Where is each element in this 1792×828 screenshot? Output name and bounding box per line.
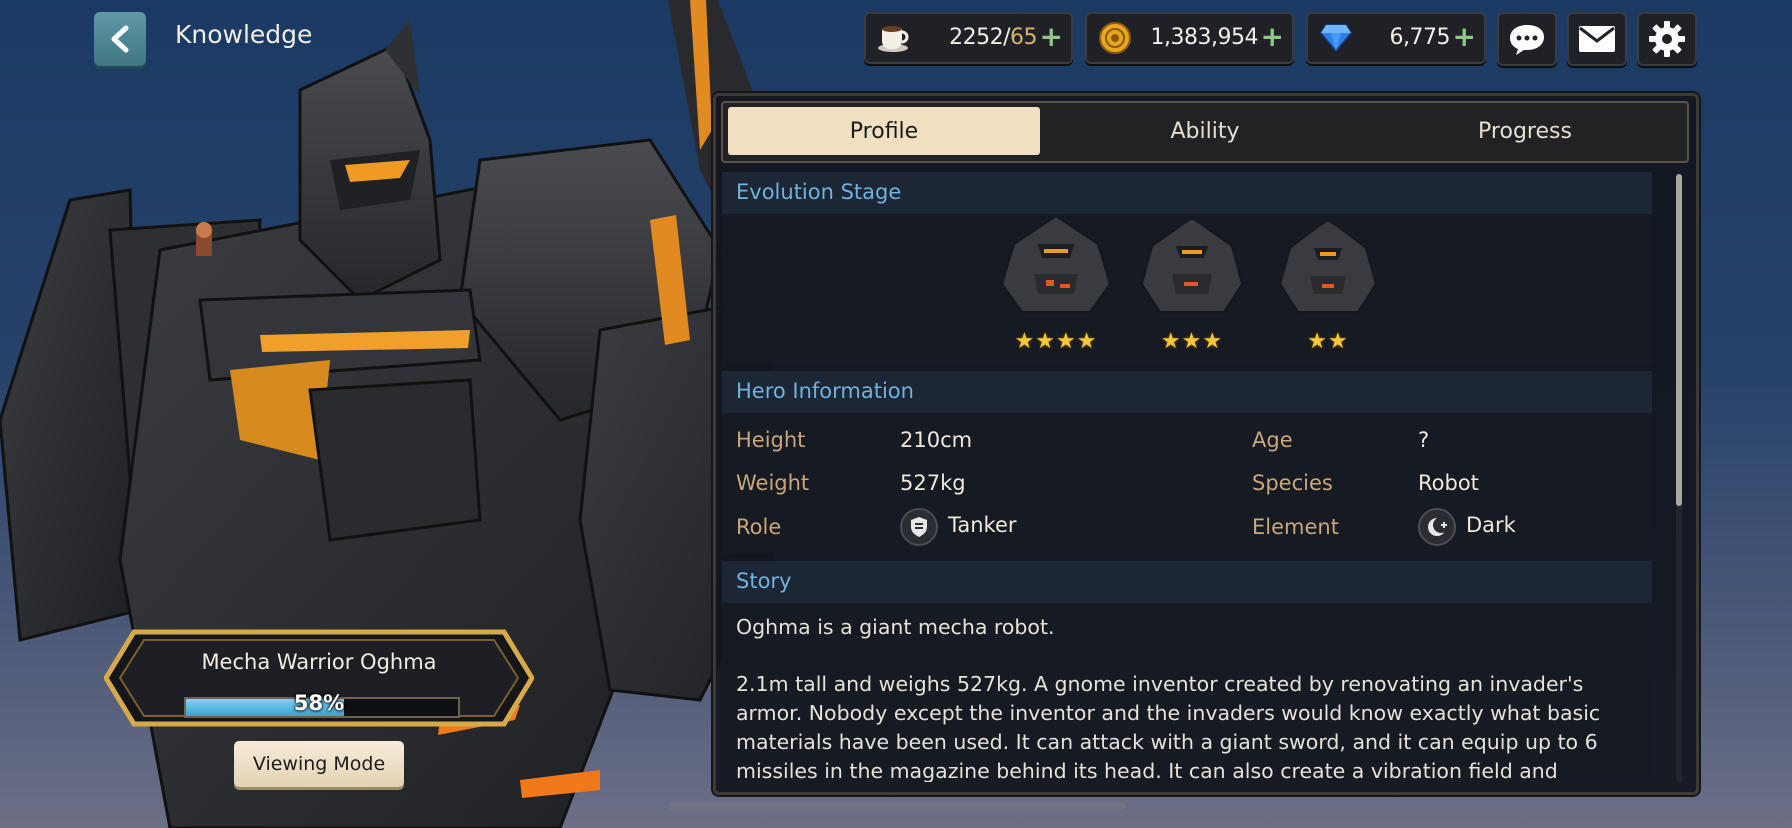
gold-counter[interactable]: 1,383,954 + [1085, 12, 1294, 64]
add-gold-button[interactable]: + [1261, 20, 1284, 53]
story-paragraph: Oghma is a giant mecha robot. [736, 615, 1055, 639]
weight-label: Weight [736, 471, 810, 495]
envelope-icon [1579, 26, 1615, 52]
hero-sprite-icon [1140, 216, 1244, 313]
back-button[interactable] [94, 12, 146, 66]
home-indicator[interactable] [668, 802, 1126, 810]
dark-element-icon [1418, 508, 1456, 546]
evolution-stars: ★★★★ [1014, 329, 1098, 354]
gold-value: 1,383,954 [1150, 25, 1259, 50]
story-title: Story [736, 569, 792, 593]
element-label: Element [1252, 515, 1339, 539]
hero-info-panel: Profile Ability Progress Evolution Stage… [713, 93, 1699, 795]
species-value: Robot [1418, 471, 1479, 495]
tab-profile[interactable]: Profile [728, 107, 1040, 155]
chat-button[interactable] [1497, 12, 1557, 66]
hero-name-plate: Mecha Warrior Oghma 58% [104, 628, 534, 728]
stamina-max: 65 [1010, 25, 1038, 50]
hero-information-header: Hero Information [722, 371, 1652, 413]
stamina-current: 2252 [949, 25, 1004, 50]
story-header: Story [722, 561, 1652, 603]
hero-name: Mecha Warrior Oghma [201, 650, 437, 674]
add-gems-button[interactable]: + [1453, 20, 1476, 53]
gear-icon [1649, 21, 1685, 57]
hero-sprite-icon [1000, 214, 1112, 313]
hero-information-title: Hero Information [736, 379, 914, 403]
role-value: Tanker [948, 513, 1017, 537]
add-stamina-button[interactable]: + [1040, 20, 1063, 53]
height-value: 210cm [900, 428, 973, 452]
tab-bar: Profile Ability Progress [721, 101, 1689, 163]
settings-button[interactable] [1637, 12, 1697, 66]
species-label: Species [1252, 471, 1333, 495]
tab-ability[interactable]: Ability [1049, 107, 1361, 155]
evolution-stars: ★★★ [1160, 329, 1224, 354]
role-label: Role [736, 515, 782, 539]
gem-counter[interactable]: 6,775 + [1306, 12, 1486, 64]
weight-value: 527kg [900, 471, 966, 495]
story-paragraph: 2.1m tall and weighs 527kg. A gnome inve… [736, 672, 1601, 782]
diamond-icon [1318, 20, 1354, 56]
element-value: Dark [1466, 513, 1516, 537]
hero-information-section: Height 210cm Weight 527kg Role Tanker Ag… [722, 413, 1652, 553]
coffee-cup-icon [876, 20, 912, 56]
viewing-mode-button[interactable]: Viewing Mode [234, 741, 404, 787]
evolution-stage-section: ★★★★ ★★★ ★★ [722, 214, 1652, 364]
stamina-counter[interactable]: 2252/65 + [864, 12, 1073, 64]
evolution-stage-1[interactable]: ★★★★ [994, 214, 1118, 354]
evolution-stage-2[interactable]: ★★★ [1130, 214, 1254, 354]
gem-value: 6,775 [1389, 25, 1451, 50]
story-section: Oghma is a giant mecha robot. 2.1m tall … [722, 603, 1652, 782]
evolution-stage-3[interactable]: ★★ [1266, 214, 1390, 354]
hero-sprite-icon [1278, 218, 1378, 313]
profile-scroll-area[interactable]: Evolution Stage ★★★★ ★★★ ★★ Hero Informa… [722, 172, 1662, 782]
tanker-shield-icon [900, 508, 938, 546]
gold-coin-icon [1097, 20, 1133, 56]
scrollbar-thumb[interactable] [1676, 174, 1682, 506]
mail-button[interactable] [1567, 12, 1627, 66]
evolution-stage-title: Evolution Stage [736, 180, 902, 204]
chat-bubble-icon [1510, 25, 1544, 55]
progress-percent: 58% [293, 691, 345, 715]
height-label: Height [736, 428, 806, 452]
age-value: ? [1418, 428, 1430, 452]
stamina-separator: / [1003, 25, 1010, 50]
evolution-stars: ★★ [1307, 329, 1349, 354]
chevron-left-icon [111, 25, 129, 53]
story-text: Oghma is a giant mecha robot. 2.1m tall … [736, 613, 1636, 782]
page-title: Knowledge [175, 20, 313, 49]
tab-progress[interactable]: Progress [1369, 107, 1681, 155]
evolution-stage-header: Evolution Stage [722, 172, 1652, 214]
age-label: Age [1252, 428, 1293, 452]
